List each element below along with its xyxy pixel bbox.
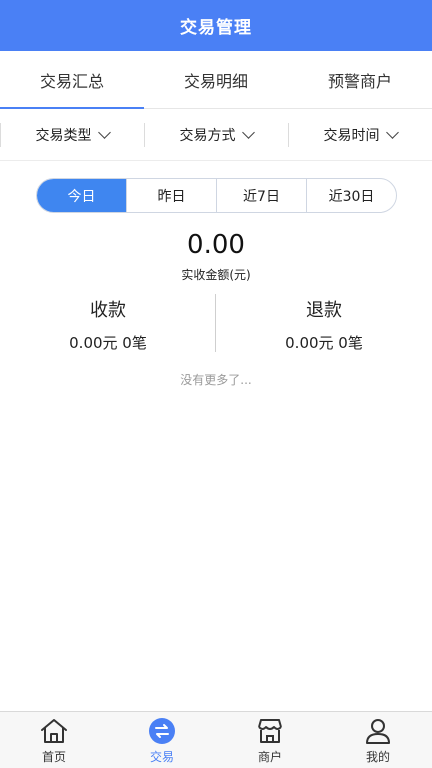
page-title: 交易管理 xyxy=(180,18,252,38)
exchange-icon xyxy=(149,718,175,744)
nav-trade[interactable]: 交易 xyxy=(108,712,216,768)
refund-label: 退款 xyxy=(306,300,342,321)
bottom-nav: 首页 交易 商户 我的 xyxy=(0,711,432,768)
chevron-down-icon xyxy=(97,125,111,139)
divider xyxy=(215,294,216,352)
stats-panel: 收款 0.00元 0笔 退款 0.00元 0笔 xyxy=(0,294,432,352)
no-more-text: 没有更多了... xyxy=(180,373,252,387)
nav-label: 交易 xyxy=(149,750,174,764)
tab-alert-merchants[interactable]: 预警商户 xyxy=(288,51,432,108)
income-stat: 收款 0.00元 0笔 xyxy=(0,294,216,352)
range-today[interactable]: 今日 xyxy=(37,179,126,212)
chevron-down-icon xyxy=(241,125,255,139)
tab-details[interactable]: 交易明细 xyxy=(144,51,288,108)
tab-summary[interactable]: 交易汇总 xyxy=(0,51,144,109)
nav-label: 首页 xyxy=(41,750,66,764)
filter-label: 交易方式 xyxy=(179,127,236,144)
filter-trade-method[interactable]: 交易方式 xyxy=(144,109,288,160)
nav-label: 商户 xyxy=(257,750,282,764)
filter-trade-time[interactable]: 交易时间 xyxy=(288,109,432,160)
filter-bar: 交易类型 交易方式 交易时间 xyxy=(0,109,432,161)
filter-label: 交易类型 xyxy=(35,127,92,144)
nav-home[interactable]: 首页 xyxy=(0,712,108,768)
chevron-down-icon xyxy=(385,125,399,139)
filter-trade-type[interactable]: 交易类型 xyxy=(0,109,144,160)
date-range-selector: 今日 昨日 近7日 近30日 xyxy=(36,178,397,213)
range-7-days[interactable]: 近7日 xyxy=(216,179,306,212)
income-value: 0.00元 0笔 xyxy=(69,334,147,352)
refund-value: 0.00元 0笔 xyxy=(285,334,363,352)
filter-label: 交易时间 xyxy=(323,127,380,144)
tab-bar: 交易汇总 交易明细 预警商户 xyxy=(0,51,432,109)
nav-mine[interactable]: 我的 xyxy=(324,712,432,768)
nav-label: 我的 xyxy=(365,750,390,764)
nav-merchant[interactable]: 商户 xyxy=(216,712,324,768)
range-yesterday[interactable]: 昨日 xyxy=(126,179,216,212)
store-icon xyxy=(258,719,282,743)
range-30-days[interactable]: 近30日 xyxy=(306,179,396,212)
total-amount-label: 实收金额(元) xyxy=(181,268,251,282)
user-icon xyxy=(366,719,390,744)
income-label: 收款 xyxy=(90,300,126,321)
refund-stat: 退款 0.00元 0笔 xyxy=(216,294,432,352)
app-header: 交易管理 xyxy=(0,0,432,51)
total-amount: 0.00 xyxy=(187,230,245,260)
home-icon xyxy=(41,719,67,743)
